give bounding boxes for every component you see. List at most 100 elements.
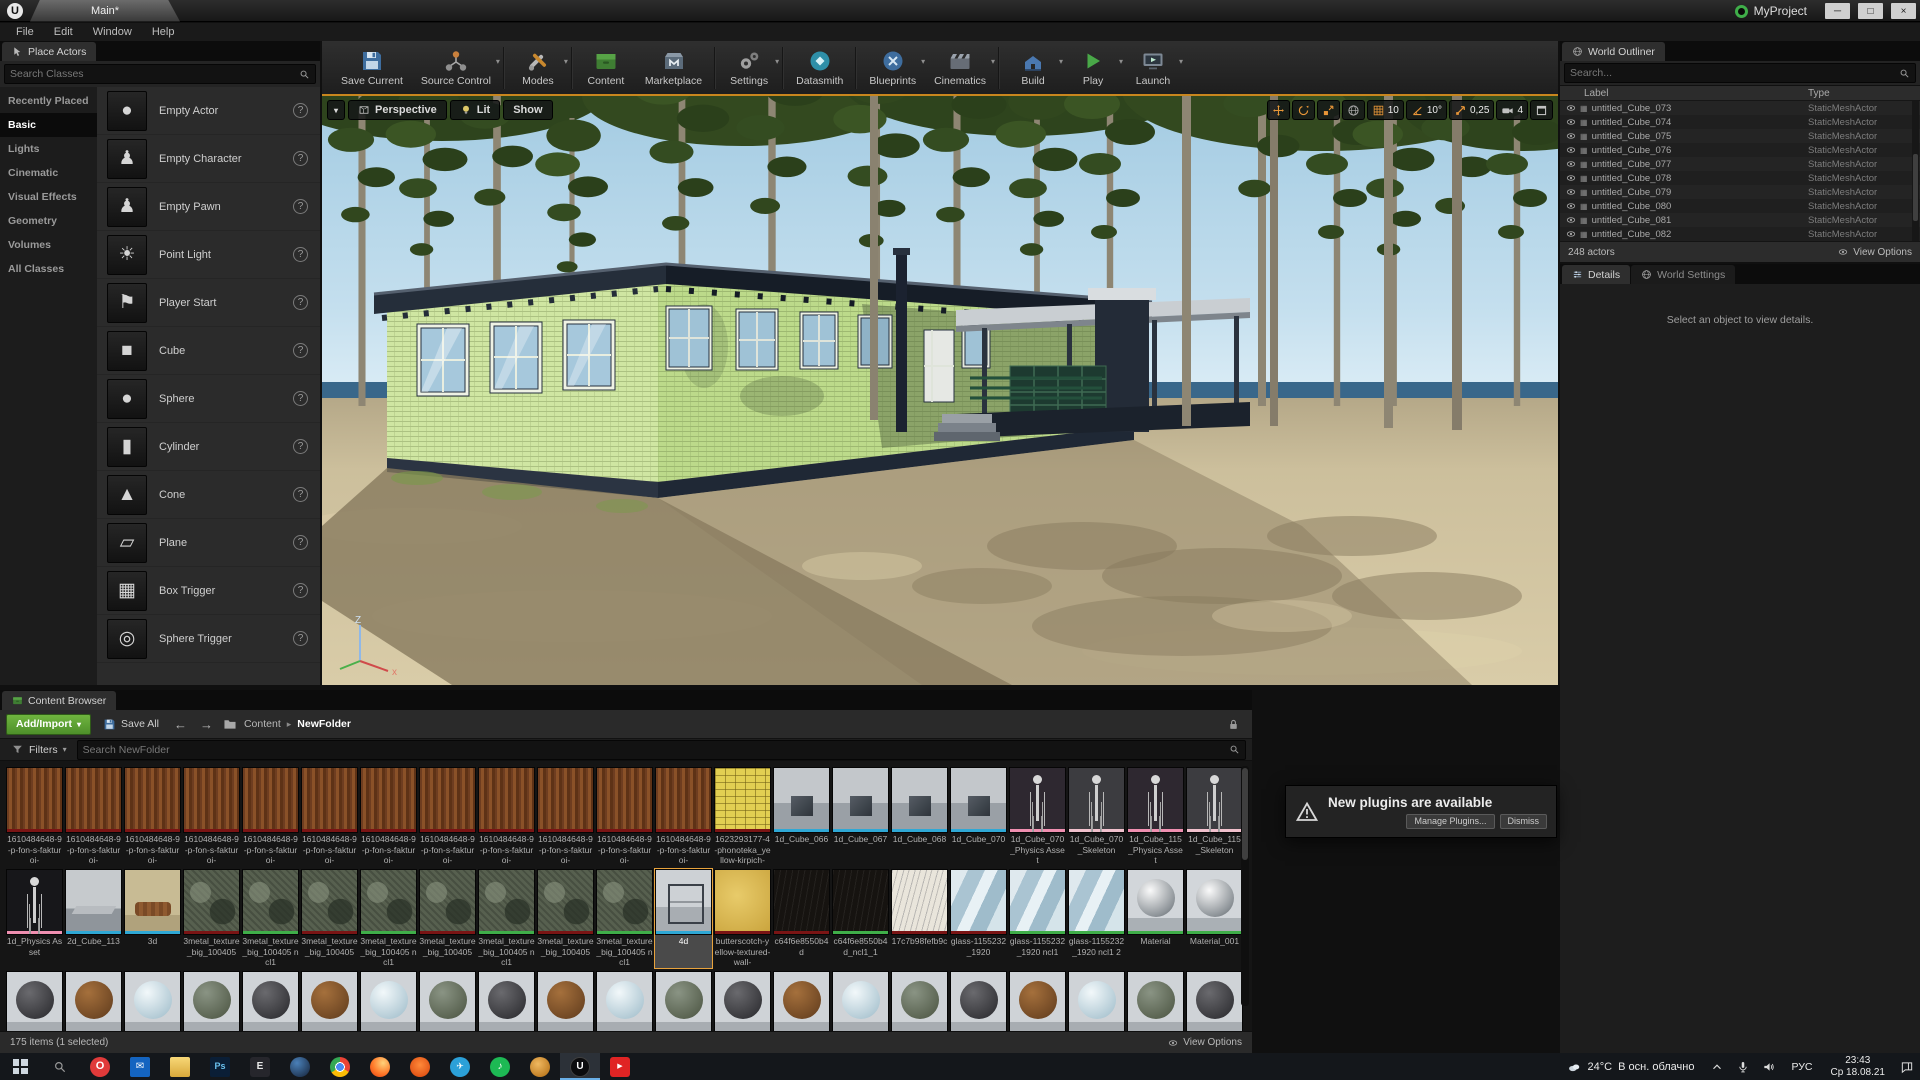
action-center-button[interactable] [1894,1060,1920,1074]
asset-1610484648-9-p-fon-s-fakturoi[interactable]: 1610484648-9-p-fon-s-fakturoi- [655,767,712,866]
help-icon[interactable]: ? [293,103,308,118]
angle-snap-button[interactable]: 10° [1406,100,1447,120]
place-actor-empty-character[interactable]: ♟Empty Character? [97,135,320,183]
viewport-3d-scene[interactable] [322,96,1558,685]
asset-c64f6e8550b4d-ncl1-1[interactable]: c64f6e8550b4d_ncl1_1 [832,869,889,968]
visibility-eye-icon[interactable] [1565,159,1577,169]
place-actor-cube[interactable]: ■Cube? [97,327,320,375]
asset-3metal-texture-big-100405[interactable]: 3metal_texture_big_100405 [419,869,476,968]
scale-button[interactable] [1317,100,1340,120]
move-button[interactable] [1267,100,1290,120]
asset-partial[interactable] [832,971,889,1031]
outliner-row[interactable]: ▦untitled_Cube_076StaticMeshActor [1560,143,1920,157]
category-volumes[interactable]: Volumes [0,233,97,257]
category-lights[interactable]: Lights [0,137,97,161]
chevron-down-icon[interactable]: ▾ [1179,57,1183,66]
asset-partial[interactable] [301,971,358,1031]
grid-snap-button[interactable]: 10 [1367,100,1404,120]
taskbar-app-telegram[interactable]: ✈ [440,1053,480,1080]
taskbar-app-youtube[interactable]: ▶ [600,1053,640,1080]
tab-details[interactable]: Details [1562,265,1630,284]
tab-place-actors[interactable]: Place Actors [2,42,96,61]
viewport-perspective-button[interactable]: Perspective [348,100,447,120]
scrollbar-thumb[interactable] [1242,768,1248,860]
asset-partial[interactable] [596,971,653,1031]
asset-1d-cube-115-skeleton[interactable]: 1d_Cube_115_Skeleton [1186,767,1243,866]
toolbar-settings-button[interactable]: ▾Settings [719,43,779,93]
category-cinematic[interactable]: Cinematic [0,161,97,185]
asset-1d-cube-068[interactable]: 1d_Cube_068 [891,767,948,866]
asset-partial[interactable] [1009,971,1066,1031]
viewport-show-button[interactable]: Show [503,100,552,120]
taskbar-app-mail[interactable]: ✉ [120,1053,160,1080]
outliner-row[interactable]: ▦untitled_Cube_078StaticMeshActor [1560,171,1920,185]
taskbar-app-steam[interactable] [280,1053,320,1080]
visibility-eye-icon[interactable] [1565,215,1577,225]
asset-1610484648-9-p-fon-s-fakturoi[interactable]: 1610484648-9-p-fon-s-fakturoi- [124,767,181,866]
place-actor-sphere[interactable]: ●Sphere? [97,375,320,423]
asset-1d-physics-asset[interactable]: 1d_Physics Asset [6,869,63,968]
maximize-button[interactable]: □ [1858,3,1883,19]
asset-1610484648-9-p-fon-s-fakturoi[interactable]: 1610484648-9-p-fon-s-fakturoi- [360,767,417,866]
asset-1d-cube-070-physics-asset[interactable]: 1d_Cube_070_Physics Asset [1009,767,1066,866]
viewport-options-button[interactable]: ▾ [327,100,345,120]
asset-1d-cube-066[interactable]: 1d_Cube_066 [773,767,830,866]
forward-button[interactable]: → [197,717,216,732]
asset-1610484648-9-p-fon-s-fakturoi[interactable]: 1610484648-9-p-fon-s-fakturoi- [65,767,122,866]
lock-icon[interactable] [1227,718,1240,731]
asset-1d-cube-070[interactable]: 1d_Cube_070 [950,767,1007,866]
asset-3metal-texture-big-100405-ncl1[interactable]: 3metal_texture_big_100405 ncl1 [478,869,535,968]
category-geometry[interactable]: Geometry [0,209,97,233]
scrollbar[interactable] [1241,766,1249,1006]
outliner-row[interactable]: ▦untitled_Cube_080StaticMeshActor [1560,199,1920,213]
place-actor-plane[interactable]: ▱Plane? [97,519,320,567]
asset-partial[interactable] [1127,971,1184,1031]
add-import-button[interactable]: Add/Import▾ [6,714,91,735]
asset-partial[interactable] [714,971,771,1031]
help-icon[interactable]: ? [293,631,308,646]
taskbar-app-explorer[interactable] [160,1053,200,1080]
asset-partial[interactable] [1186,971,1243,1031]
outliner-row[interactable]: ▦untitled_Cube_079StaticMeshActor [1560,185,1920,199]
scrollbar[interactable] [1912,101,1919,241]
asset-17c7b98fefb9c[interactable]: 17c7b98fefb9c [891,869,948,968]
help-icon[interactable]: ? [293,343,308,358]
breadcrumb-newfolder[interactable]: NewFolder [297,718,351,730]
asset-1d-cube-115-physics-asset[interactable]: 1d_Cube_115_Physics Asset [1127,767,1184,866]
visibility-eye-icon[interactable] [1565,145,1577,155]
asset-partial[interactable] [183,971,240,1031]
asset-partial[interactable] [950,971,1007,1031]
scale-snap-button[interactable]: 0,25 [1449,100,1494,120]
asset-partial[interactable] [655,971,712,1031]
asset-material[interactable]: Material [1127,869,1184,968]
toolbar-content-button[interactable]: Content [576,43,636,93]
asset-glass-1155232-1920-ncl1[interactable]: glass-1155232_1920 ncl1 [1009,869,1066,968]
place-actor-empty-pawn[interactable]: ♟Empty Pawn? [97,183,320,231]
asset-1623293177-4-phonoteka-yellow-kirpich[interactable]: 1623293177-4-phonoteka_yellow-kirpich- [714,767,771,866]
viewport-lit-button[interactable]: Lit [450,100,500,120]
asset-partial[interactable] [891,971,948,1031]
filters-button[interactable]: Filters▾ [6,739,72,760]
asset-glass-1155232-1920-ncl1-2[interactable]: glass-1155232_1920 ncl1 2 [1068,869,1125,968]
toolbar-marketplace-button[interactable]: Marketplace [636,43,711,93]
asset-1610484648-9-p-fon-s-fakturoi[interactable]: 1610484648-9-p-fon-s-fakturoi- [478,767,535,866]
asset-1610484648-9-p-fon-s-fakturoi[interactable]: 1610484648-9-p-fon-s-fakturoi- [183,767,240,866]
outliner-row[interactable]: ▦untitled_Cube_077StaticMeshActor [1560,157,1920,171]
taskbar-app-photoshop[interactable]: Ps [200,1053,240,1080]
chevron-down-icon[interactable]: ▾ [775,57,779,66]
back-button[interactable]: ← [171,717,190,732]
visibility-eye-icon[interactable] [1565,117,1577,127]
toolbar-blueprints-button[interactable]: ▾Blueprints [860,43,925,93]
asset-partial[interactable] [6,971,63,1031]
help-icon[interactable]: ? [293,439,308,454]
taskbar-app-chrome[interactable] [320,1053,360,1080]
taskbar-app-firefox[interactable] [360,1053,400,1080]
tab-content-browser[interactable]: Content Browser [2,691,116,710]
outliner-search-input[interactable] [1570,67,1895,79]
category-recently-placed[interactable]: Recently Placed [0,89,97,113]
asset-material-001[interactable]: Material_001 [1186,869,1243,968]
toolbar-cinematics-button[interactable]: ▾Cinematics [925,43,995,93]
asset-c64f6e8550b4d[interactable]: c64f6e8550b4d [773,869,830,968]
taskbar-app-spotify[interactable]: ♪ [480,1053,520,1080]
asset-1610484648-9-p-fon-s-fakturoi[interactable]: 1610484648-9-p-fon-s-fakturoi- [6,767,63,866]
